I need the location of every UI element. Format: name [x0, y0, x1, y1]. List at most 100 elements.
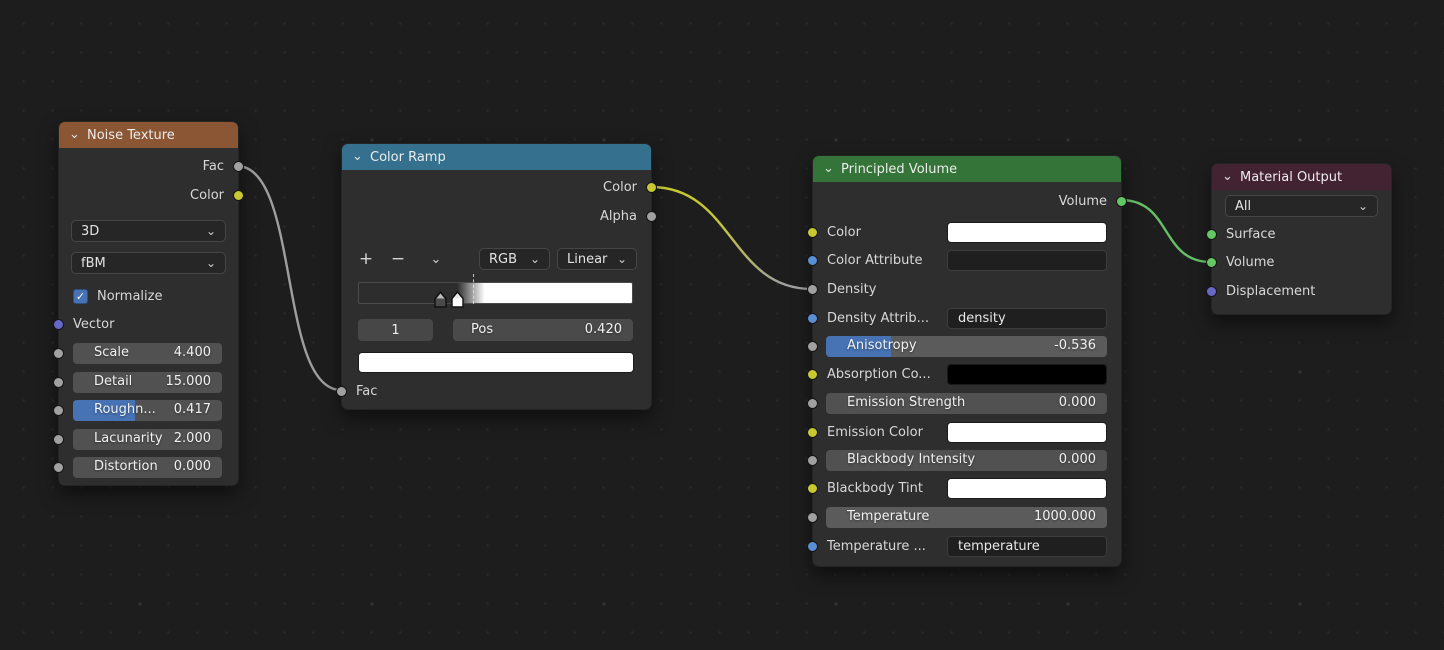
color-attribute-socket[interactable]	[807, 255, 818, 266]
density-attribute-field[interactable]: density	[947, 308, 1107, 329]
principled-volume-header[interactable]: ⌄ Principled Volume	[813, 156, 1121, 182]
slider-value: 2.000	[174, 431, 211, 446]
collapse-chevron-icon[interactable]: ⌄	[1222, 172, 1240, 182]
ramp-stop-marker-1-selected[interactable]	[451, 291, 464, 308]
ramp-stop-marker-0[interactable]	[434, 291, 447, 308]
absorption-color-socket[interactable]	[807, 369, 818, 380]
output-label: Color	[603, 180, 637, 195]
volume-output-socket[interactable]	[1116, 196, 1127, 207]
node-material-output[interactable]: ⌄ Material Output All ⌄ Surface Volume D…	[1211, 163, 1392, 315]
volume-input-socket[interactable]	[1206, 257, 1217, 268]
chevron-down-icon: ⌄	[206, 227, 216, 235]
distortion-slider[interactable]: Distortion 0.000	[73, 457, 222, 478]
surface-input-socket[interactable]	[1206, 229, 1217, 240]
node-color-ramp[interactable]: ⌄ Color Ramp Color Alpha + − ⌄ RGB ⌄ Lin…	[341, 143, 652, 410]
node-principled-volume[interactable]: ⌄ Principled Volume Volume Color Color A…	[812, 155, 1122, 567]
blackbody-intensity-socket[interactable]	[807, 455, 818, 466]
noise-type-dropdown[interactable]: fBM ⌄	[71, 252, 226, 274]
emission-color-socket[interactable]	[807, 427, 818, 438]
color-swatch[interactable]	[947, 222, 1107, 243]
anisotropy-slider[interactable]: Anisotropy -0.536	[826, 336, 1107, 357]
color-output-socket[interactable]	[646, 182, 657, 193]
slider-value: 15.000	[166, 374, 212, 389]
ramp-toolbar: + − ⌄ RGB ⌄ Linear ⌄	[342, 248, 651, 270]
noise-texture-header[interactable]: ⌄ Noise Texture	[59, 122, 238, 148]
slider-value: 0.000	[1059, 395, 1096, 410]
slider-value: 4.400	[174, 345, 211, 360]
detail-slider[interactable]: Detail 15.000	[73, 372, 222, 393]
emission-color-row: Emission Color	[813, 422, 1121, 443]
alpha-output-socket[interactable]	[646, 211, 657, 222]
interpolation-value: Linear	[567, 252, 607, 267]
stop-index-value: 1	[391, 323, 399, 338]
displacement-input-socket[interactable]	[1206, 286, 1217, 297]
color-output-socket[interactable]	[233, 190, 244, 201]
vector-input-socket[interactable]	[53, 319, 64, 330]
blackbody-tint-row: Blackbody Tint	[813, 478, 1121, 499]
slider-label: Pos	[471, 322, 493, 337]
slider-value: -0.536	[1054, 338, 1096, 353]
chevron-down-icon: ⌄	[206, 259, 216, 267]
density-attribute-socket[interactable]	[807, 313, 818, 324]
color-attribute-field[interactable]	[947, 250, 1107, 271]
scale-slider[interactable]: Scale 4.400	[73, 343, 222, 364]
node-title: Material Output	[1240, 170, 1342, 185]
blackbody-intensity-slider[interactable]: Blackbody Intensity 0.000	[826, 450, 1107, 471]
anisotropy-input-socket[interactable]	[807, 341, 818, 352]
temperature-attribute-field[interactable]: temperature	[947, 536, 1107, 557]
density-attribute-row: Density Attrib... density	[813, 308, 1121, 329]
roughness-input-socket[interactable]	[53, 405, 64, 416]
slider-value: 0.420	[585, 322, 622, 337]
gradient-ramp-bar[interactable]	[358, 282, 633, 304]
lacunarity-slider[interactable]: Lacunarity 2.000	[73, 429, 222, 450]
material-output-header[interactable]: ⌄ Material Output	[1212, 164, 1391, 190]
fac-output-socket[interactable]	[233, 161, 244, 172]
temperature-attribute-socket[interactable]	[807, 541, 818, 552]
emission-strength-slider[interactable]: Emission Strength 0.000	[826, 393, 1107, 414]
interpolation-dropdown[interactable]: Linear ⌄	[557, 248, 637, 270]
color-input-socket[interactable]	[807, 227, 818, 238]
blackbody-tint-socket[interactable]	[807, 483, 818, 494]
detail-input-socket[interactable]	[53, 377, 64, 388]
node-noise-texture[interactable]: ⌄ Noise Texture Fac Color 3D ⌄ fBM ⌄ ✓ N…	[58, 121, 239, 486]
temperature-attribute-row: Temperature ... temperature	[813, 536, 1121, 557]
fac-input-socket[interactable]	[336, 386, 347, 397]
blackbody-tint-label: Blackbody Tint	[827, 481, 923, 496]
ramp-menu-button[interactable]: ⌄	[424, 248, 448, 270]
emission-color-swatch[interactable]	[947, 422, 1107, 443]
distortion-input-socket[interactable]	[53, 462, 64, 473]
displacement-input-row: Displacement	[1212, 281, 1391, 302]
dimensions-dropdown[interactable]: 3D ⌄	[71, 220, 226, 242]
target-dropdown[interactable]: All ⌄	[1225, 195, 1378, 217]
density-input-socket[interactable]	[807, 284, 818, 295]
roughness-row: Roughn... 0.417	[59, 400, 238, 421]
lacunarity-row: Lacunarity 2.000	[59, 429, 238, 450]
remove-stop-button[interactable]: −	[386, 248, 410, 270]
chevron-down-icon: ⌄	[617, 255, 627, 263]
scale-input-socket[interactable]	[53, 348, 64, 359]
color-mode-dropdown[interactable]: RGB ⌄	[479, 248, 550, 270]
normalize-checkbox[interactable]: ✓	[73, 289, 88, 304]
output-row-color: Color	[342, 177, 651, 198]
blackbody-tint-swatch[interactable]	[947, 478, 1107, 499]
volume-label: Volume	[1226, 255, 1274, 270]
color-ramp-header[interactable]: ⌄ Color Ramp	[342, 144, 651, 170]
absorption-color-label: Absorption Co...	[827, 367, 931, 382]
lacunarity-input-socket[interactable]	[53, 434, 64, 445]
stop-index-field[interactable]: 1	[358, 319, 433, 341]
collapse-chevron-icon[interactable]: ⌄	[69, 130, 87, 140]
emission-strength-socket[interactable]	[807, 398, 818, 409]
selected-stop-color-swatch[interactable]	[358, 352, 634, 373]
collapse-chevron-icon[interactable]: ⌄	[823, 164, 841, 174]
temperature-slider[interactable]: Temperature 1000.000	[826, 507, 1107, 528]
temperature-socket[interactable]	[807, 512, 818, 523]
add-stop-button[interactable]: +	[354, 248, 378, 270]
collapse-chevron-icon[interactable]: ⌄	[352, 152, 370, 162]
color-attribute-label: Color Attribute	[827, 253, 922, 268]
output-row-volume: Volume	[813, 191, 1121, 212]
field-value: temperature	[958, 539, 1040, 554]
stop-position-slider[interactable]: Pos 0.420	[453, 319, 633, 341]
absorption-color-swatch[interactable]	[947, 364, 1107, 385]
output-row-fac: Fac	[59, 156, 238, 177]
roughness-slider[interactable]: Roughn... 0.417	[73, 400, 222, 421]
